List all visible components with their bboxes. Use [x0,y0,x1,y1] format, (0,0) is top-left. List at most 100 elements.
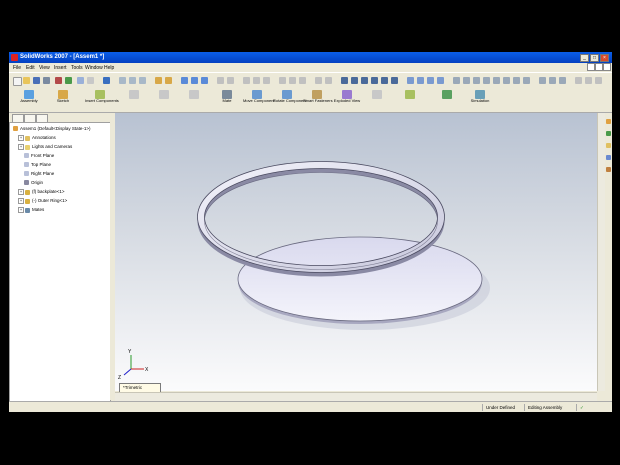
tree-node-annotations[interactable]: + Annotations [18,135,56,141]
tree-node-mates[interactable]: + Mates [18,207,44,213]
new-document-icon[interactable] [13,77,22,86]
appearance-icon[interactable] [585,77,592,84]
smart-dimension-icon[interactable] [315,77,322,84]
exploded-view-button[interactable]: Exploded View [333,90,361,110]
perspective-icon[interactable] [437,77,444,84]
assembly-tab-button[interactable]: Assembly [15,90,43,110]
menu-edit[interactable]: Edit [26,65,35,71]
tree-node-lights[interactable]: + Lights and Cameras [18,144,72,150]
expand-icon[interactable]: + [18,207,24,213]
rebuild-status-icon[interactable]: ✓ [576,404,588,411]
tree-node-top-plane[interactable]: Top Plane [24,162,51,168]
sketch-circle-icon[interactable] [165,77,172,84]
hidden-lines-icon[interactable] [417,77,424,84]
doc-restore-icon[interactable] [595,63,603,71]
expand-icon[interactable]: + [18,135,24,141]
lighting-icon[interactable] [575,77,582,84]
section-view-icon[interactable] [201,77,208,84]
features-command-button[interactable] [433,90,461,110]
help-icon[interactable] [103,77,110,84]
dimension-icon[interactable] [243,77,250,84]
shaded-icon[interactable] [407,77,414,84]
rotate-view-icon[interactable] [381,77,388,84]
save-icon[interactable] [33,77,40,84]
trim-icon[interactable] [279,77,286,84]
search-icon[interactable] [606,155,611,160]
trimetric-view-icon[interactable] [503,77,510,84]
cut-icon[interactable] [119,77,126,84]
normal-to-icon[interactable] [523,77,530,84]
mirror-icon[interactable] [263,77,270,84]
tree-node-outer-ring[interactable]: + (-) Outer Ring<1> [18,198,67,204]
zoom-selection-icon[interactable] [371,77,378,84]
front-view-icon[interactable] [463,77,470,84]
doc-close-icon[interactable] [603,63,611,71]
tree-node-backplate[interactable]: + (f) backplate<1> [18,189,65,195]
graphics-area[interactable]: Y X Z [115,113,597,391]
offset-icon[interactable] [299,77,306,84]
insert-components-button[interactable]: Insert Components [85,90,119,110]
simplified-command-button[interactable] [395,90,425,110]
backplate-part[interactable] [237,236,483,324]
horizontal-scrollbar[interactable] [115,392,597,401]
menu-window[interactable]: Window [85,65,103,71]
wireframe-icon[interactable] [427,77,434,84]
sketch-line-icon[interactable] [155,77,162,84]
rotate-component-button[interactable]: Rotate Component [273,90,307,110]
extend-icon[interactable] [289,77,296,84]
expand-icon[interactable]: + [18,198,24,204]
expand-icon[interactable]: + [18,189,24,195]
undo-icon[interactable] [55,77,62,84]
dimetric-view-icon[interactable] [513,77,520,84]
print-icon[interactable] [43,77,50,84]
menu-help[interactable]: Help [104,65,114,71]
four-view-icon[interactable] [559,77,566,84]
rebuild-icon[interactable] [65,77,72,84]
zoom-area-icon[interactable] [351,77,358,84]
paste-icon[interactable] [139,77,146,84]
close-button[interactable]: × [600,54,609,62]
simulation-button[interactable]: Simulation [465,90,495,110]
menu-file[interactable]: File [13,65,21,71]
sketch-tab-button[interactable]: Sketch [49,90,77,110]
solidworks-resources-icon[interactable] [606,119,611,124]
design-library-icon[interactable] [606,131,611,136]
file-explorer-icon[interactable] [606,143,611,148]
pan-icon[interactable] [391,77,398,84]
standard-views-icon[interactable] [453,77,460,84]
options-icon[interactable] [87,77,94,84]
relations-icon[interactable] [253,77,260,84]
doc-minimize-icon[interactable] [587,63,595,71]
view-orientation-icon[interactable] [181,77,188,84]
right-view-icon[interactable] [483,77,490,84]
display-style-icon[interactable] [191,77,198,84]
disabled-command-icon [372,90,382,99]
scene-icon[interactable] [595,77,602,84]
smart-fasteners-button[interactable]: Smart Fasteners [303,90,333,110]
menu-view[interactable]: View [39,65,50,71]
zoom-in-out-icon[interactable] [361,77,368,84]
top-view-icon[interactable] [473,77,480,84]
mate-button[interactable]: Mate [213,90,241,110]
zoom-to-fit-icon[interactable] [341,77,348,84]
single-view-icon[interactable] [539,77,546,84]
isometric-view-icon[interactable] [493,77,500,84]
tree-node-front-plane[interactable]: Front Plane [24,153,54,159]
tree-node-right-plane[interactable]: Right Plane [24,171,54,177]
minimize-button[interactable]: _ [580,54,589,62]
maximize-button[interactable]: □ [590,54,599,62]
mass-properties-icon[interactable] [227,77,234,84]
tree-node-origin[interactable]: Origin [24,180,43,186]
expand-icon[interactable]: + [18,144,24,150]
menu-tools[interactable]: Tools [71,65,83,71]
move-component-button[interactable]: Move Component [243,90,275,110]
measure-icon[interactable] [217,77,224,84]
two-view-icon[interactable] [549,77,556,84]
copy-icon[interactable] [129,77,136,84]
select-icon[interactable] [77,77,84,84]
arc-icon[interactable] [325,77,332,84]
open-folder-icon[interactable] [23,77,30,84]
menu-insert[interactable]: Insert [54,65,67,71]
tree-node-root[interactable]: Assem1 (Default<Display State-1>) [13,126,91,132]
view-palette-icon[interactable] [606,167,611,172]
